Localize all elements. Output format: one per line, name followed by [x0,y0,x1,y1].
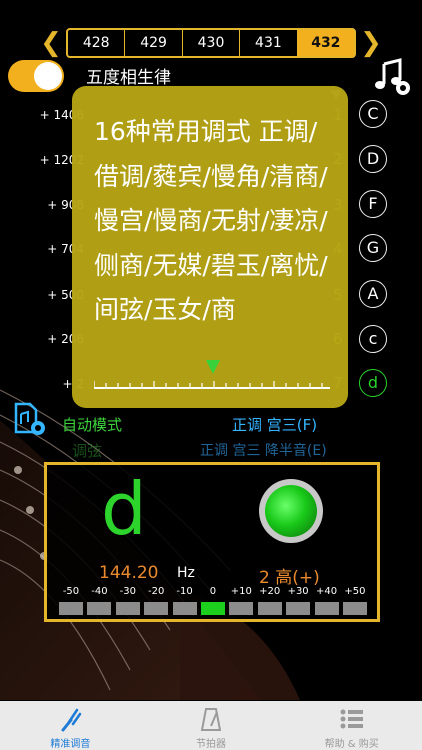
tuning-secondary[interactable]: 正调 宫三 降半音(E) [200,440,327,460]
cent-ticks: -50 -40 -30 -20 -10 0 +10 +20 +30 +40 +5… [59,586,367,597]
meter-segment [257,602,282,615]
tab-label: 精准调音 [50,739,91,750]
metronome-icon [200,708,222,731]
tuning-ruler [94,381,330,389]
tick-label: -20 [148,586,165,597]
modes-popup-text: 16种常用调式 正调/借调/蕤宾/慢角/清商/慢宫/慢商/无射/凄凉/侧商/无媒… [94,117,328,324]
meter-segment [87,602,112,615]
note-button-d[interactable]: D [359,145,387,173]
tick-label: -40 [91,586,108,597]
meter-segment [115,602,140,615]
tuning-primary[interactable]: 正调 宫三(F) [232,414,317,435]
note-button-c[interactable]: C [359,100,387,128]
tuner-display: d 144.20 Hz 2 高(+) -50 -40 -30 -20 -10 0… [44,462,380,622]
detected-note: d [101,467,147,551]
meter-segment [172,602,197,615]
tick-label: +50 [344,586,366,597]
tuning-fork-icon [61,708,82,732]
frequency-value: 144.20 [99,563,159,583]
note-button-c-high[interactable]: c [359,325,387,353]
tab-help[interactable]: 帮助 & 购买 [281,701,422,750]
tab-bar: 精准调音 节拍器 帮助 & 购买 [0,701,422,750]
meter-segment [200,602,225,615]
temperament-toggle[interactable] [8,60,64,92]
music-settings-icon[interactable] [374,58,412,96]
chevron-left-icon[interactable]: ❮ [38,28,64,58]
meter-segment [286,602,311,615]
tab-metronome[interactable]: 节拍器 [141,701,282,750]
frequency-option[interactable]: 431 [240,30,298,56]
meter-segment [59,602,83,615]
modes-popup[interactable]: 16种常用调式 正调/借调/蕤宾/慢角/清商/慢宫/慢商/无射/凄凉/侧商/无媒… [72,86,348,408]
toggle-knob [34,62,62,90]
auto-mode-label[interactable]: 自动模式 [62,414,122,435]
frequency-option[interactable]: 430 [183,30,241,56]
green-light-icon [265,485,317,537]
tick-label: +40 [315,586,338,597]
file-settings-icon[interactable] [12,402,46,436]
meter-segment [229,602,254,615]
note-button-d-high[interactable]: d [359,369,387,397]
meter-segment [144,602,169,615]
meter-segment [314,602,339,615]
deviation-meter [59,602,367,615]
tick-label: -50 [62,586,80,597]
tab-tuner[interactable]: 精准调音 [0,701,141,750]
tick-label: +20 [259,586,281,597]
frequency-option-selected[interactable]: 432 [297,30,355,56]
frequency-selector: ❮ 428 429 430 431 432 ❯ [38,28,384,58]
in-tune-indicator [259,479,323,543]
tab-label: 帮助 & 购买 [324,739,379,750]
meter-segment [342,602,367,615]
tuning-mode-label: 调弦 [72,442,103,460]
tuning-pointer-icon [206,360,220,374]
tick-label: 0 [209,586,217,597]
frequency-options: 428 429 430 431 432 [66,28,356,58]
list-icon [340,709,363,729]
tick-label: -30 [119,586,136,597]
frequency-option[interactable]: 428 [68,30,126,56]
deviation-value: 2 高(+) [259,568,320,588]
temperament-label: 五度相生律 [86,68,171,88]
tick-label: +30 [287,586,309,597]
chevron-right-icon[interactable]: ❯ [358,28,384,58]
note-button-a[interactable]: A [359,280,387,308]
frequency-unit: Hz [177,565,195,581]
note-button-f[interactable]: F [359,190,387,218]
tick-label: +10 [230,586,252,597]
note-button-g[interactable]: G [359,234,387,262]
tab-label: 节拍器 [196,739,226,750]
frequency-option[interactable]: 429 [125,30,183,56]
tick-label: -10 [176,586,193,597]
